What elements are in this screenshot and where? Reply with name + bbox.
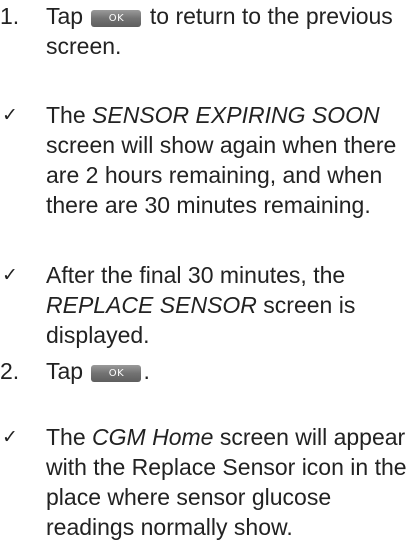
step-text-after: . [143, 358, 150, 384]
note-text-after: screen will show again when there are 2 … [46, 132, 397, 218]
ok-button-icon: OK [91, 10, 142, 27]
note-text: The CGM Home screen will appear with the… [46, 422, 411, 542]
check-icon: ✓ [2, 264, 18, 286]
screen-name: SENSOR EXPIRING SOON [92, 102, 380, 128]
screen-name: CGM Home [92, 424, 214, 450]
step-text-before: Tap [46, 358, 84, 384]
step-number: 1. [0, 3, 20, 29]
note-text-before: After the final 30 minutes, the [46, 262, 346, 288]
note-text: After the final 30 minutes, the REPLACE … [46, 260, 411, 350]
step-number: 2. [0, 358, 20, 384]
note-text-before: The [46, 102, 86, 128]
ok-button-icon: OK [91, 365, 142, 382]
note-text: The SENSOR EXPIRING SOON screen will sho… [46, 100, 411, 220]
screen-name: REPLACE SENSOR [46, 292, 257, 318]
note-text-before: The [46, 424, 86, 450]
step-text-before: Tap [46, 3, 84, 29]
check-icon: ✓ [2, 426, 18, 448]
step-text: Tap OK. [46, 356, 411, 386]
step-text: Tap OK to return to the previous screen. [46, 1, 411, 61]
check-icon: ✓ [2, 104, 18, 126]
